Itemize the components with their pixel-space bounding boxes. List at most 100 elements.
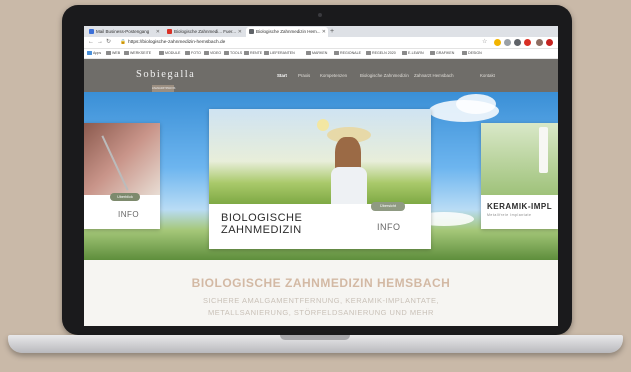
close-icon[interactable]: ✕ bbox=[156, 27, 160, 37]
new-tab-button[interactable]: + bbox=[330, 26, 334, 37]
menu-icon[interactable] bbox=[546, 39, 553, 46]
card-info[interactable]: INFO bbox=[118, 210, 139, 219]
nav-zahnarzt-hemsbach[interactable]: Zahnarzt Hemsbach bbox=[414, 72, 454, 80]
bookmark-label: MODULE bbox=[165, 51, 181, 55]
implant bbox=[539, 127, 548, 173]
browser-window: Mail Business-Postengang ✕ Biologische Z… bbox=[84, 26, 558, 326]
bookmark-item[interactable]: MODULE bbox=[159, 49, 180, 58]
bookmark-label: DESIGN bbox=[468, 51, 482, 55]
bookmark-item[interactable]: E-LEARN bbox=[402, 49, 424, 58]
card-badge[interactable]: Uberblick bbox=[110, 193, 140, 201]
tab-label: Biologische Zahnmedizin Hem... bbox=[256, 29, 321, 34]
folder-icon bbox=[306, 51, 311, 55]
card-info[interactable]: INFO bbox=[377, 222, 401, 232]
close-icon[interactable]: ✕ bbox=[238, 27, 242, 37]
bookmark-label: TOOLS bbox=[230, 51, 243, 55]
bookmark-label: WERKSEITE bbox=[130, 51, 152, 55]
folder-icon bbox=[244, 51, 249, 55]
bookmark-label: FOTO bbox=[191, 51, 201, 55]
profile-avatar[interactable] bbox=[536, 39, 543, 46]
page-icon bbox=[249, 29, 254, 35]
folder-icon bbox=[106, 51, 111, 55]
camera-icon bbox=[318, 13, 322, 17]
bookmark-item[interactable]: TOOLS bbox=[224, 49, 242, 58]
url-field[interactable]: 🔒 https://biologische-zahnmedizin-hemsbac… bbox=[120, 38, 270, 47]
implant-image bbox=[481, 123, 558, 195]
bookmark-label: GRAFIKEN bbox=[436, 51, 455, 55]
bookmark-label: E-LEARN bbox=[408, 51, 424, 55]
card-title-line: ZAHNMEDIZIN bbox=[221, 224, 302, 236]
nav-biologische-zahnmedizin[interactable]: Biologische Zahnmedizin bbox=[360, 72, 409, 80]
bookmark-label: Apps bbox=[93, 51, 102, 55]
slide-card-main[interactable]: BIOLOGISCHE ZAHNMEDIZIN Übersicht INFO bbox=[209, 109, 431, 249]
laptop-notch bbox=[280, 335, 350, 340]
bookmark-label: MARKEN bbox=[312, 51, 328, 55]
forward-icon[interactable]: → bbox=[97, 38, 103, 47]
folder-icon bbox=[224, 51, 229, 55]
bookmark-item[interactable]: GRAFIKEN bbox=[430, 49, 454, 58]
bookmark-item[interactable]: RENTE bbox=[244, 49, 262, 58]
nav-kompetenzen[interactable]: Kompetenzen bbox=[320, 72, 347, 80]
tab-mail[interactable]: Mail Business-Postengang ✕ bbox=[86, 27, 162, 37]
flower bbox=[317, 119, 329, 131]
back-icon[interactable]: ← bbox=[88, 38, 94, 47]
apps-icon bbox=[87, 51, 92, 55]
mail-icon bbox=[89, 29, 94, 35]
card-badge[interactable]: Übersicht bbox=[371, 202, 405, 211]
bookmark-item[interactable]: VIDEO bbox=[204, 49, 221, 58]
folder-icon bbox=[185, 51, 190, 55]
bookmark-item[interactable]: LIEFERANTEN bbox=[264, 49, 295, 58]
cloud bbox=[456, 94, 496, 114]
bookmark-item[interactable]: DESIGN bbox=[462, 49, 482, 58]
bookmark-item[interactable]: REGELN 2020 bbox=[366, 49, 396, 58]
folder-icon bbox=[204, 51, 209, 55]
bookmark-item[interactable]: MARKEN bbox=[306, 49, 327, 58]
page-headline: BIOLOGISCHE ZAHNMEDIZIN HEMSBACH bbox=[191, 276, 451, 290]
slide-card-right[interactable]: KERAMIK-IMPL Metallfreie Implantate bbox=[481, 123, 558, 229]
bookmark-item[interactable]: REGIONALE bbox=[334, 49, 361, 58]
reload-icon[interactable]: ↻ bbox=[106, 38, 111, 47]
logo-tag: ZAHNARZTPRAXIS bbox=[152, 85, 176, 92]
tab-label: Mail Business-Postengang bbox=[96, 29, 150, 34]
card-title-line: BIOLOGISCHE bbox=[221, 212, 303, 224]
bookmark-label: RENTE bbox=[250, 51, 263, 55]
bookmark-item[interactable]: WEB bbox=[106, 49, 120, 58]
close-icon[interactable]: ✕ bbox=[322, 27, 326, 37]
slide-card-left[interactable]: Uberblick INFO bbox=[84, 123, 160, 229]
bookmark-label: REGIONALE bbox=[340, 51, 361, 55]
bookmark-label: VIDEO bbox=[210, 51, 222, 55]
card-subtitle: Metallfreie Implantate bbox=[487, 213, 532, 217]
tab-label: Biologische Zahnmedi... Fuer... bbox=[174, 29, 237, 34]
extension-icon[interactable] bbox=[514, 39, 521, 46]
extension-icon[interactable] bbox=[494, 39, 501, 46]
nav-kontakt[interactable]: Kontakt bbox=[480, 72, 495, 80]
folder-icon bbox=[334, 51, 339, 55]
extension-icon[interactable] bbox=[524, 39, 531, 46]
page-subline: METALLSANIERUNG, STÖRFELDSANIERUNG UND M… bbox=[208, 308, 434, 317]
tab-gmail[interactable]: Biologische Zahnmedi... Fuer... ✕ bbox=[164, 27, 244, 37]
address-bar: ← → ↻ 🔒 https://biologische-zahnmedizin-h… bbox=[84, 37, 558, 49]
nav-start[interactable]: Start bbox=[277, 72, 287, 80]
bookmark-item[interactable]: Apps bbox=[87, 49, 101, 58]
extension-icon[interactable] bbox=[504, 39, 511, 46]
folder-icon bbox=[366, 51, 371, 55]
url-text: https://biologische-zahnmedizin-hemsbach… bbox=[127, 40, 226, 45]
card-title: KERAMIK-IMPL bbox=[487, 202, 553, 211]
nav-praxis[interactable]: Praxis bbox=[298, 72, 310, 80]
tab-active[interactable]: Biologische Zahnmedizin Hem... ✕ bbox=[246, 27, 328, 37]
hero-slider: Uberblick INFO BIOLOGISCHE ZAHNMEDIZIN Üb… bbox=[84, 92, 558, 260]
lock-icon: 🔒 bbox=[120, 40, 126, 45]
bookmark-label: REGELN 2020 bbox=[372, 51, 396, 55]
folder-icon bbox=[430, 51, 435, 55]
page-subline: SICHERE AMALGAMENTFERNUNG, KERAMIK-IMPLA… bbox=[202, 296, 440, 305]
site-logo[interactable]: Sobiegalla bbox=[136, 69, 195, 80]
bookmarks-bar: Apps WEB WERKSEITE MODULE FOTO VIDEO TOO… bbox=[84, 49, 558, 59]
bookmark-star-icon[interactable]: ☆ bbox=[482, 38, 487, 47]
folder-icon bbox=[264, 51, 269, 55]
bookmark-item[interactable]: WERKSEITE bbox=[124, 49, 151, 58]
tab-bar: Mail Business-Postengang ✕ Biologische Z… bbox=[84, 26, 558, 37]
folder-icon bbox=[124, 51, 129, 55]
card-title: BIOLOGISCHE ZAHNMEDIZIN bbox=[221, 212, 302, 236]
blouse bbox=[331, 167, 367, 204]
bookmark-item[interactable]: FOTO bbox=[185, 49, 201, 58]
